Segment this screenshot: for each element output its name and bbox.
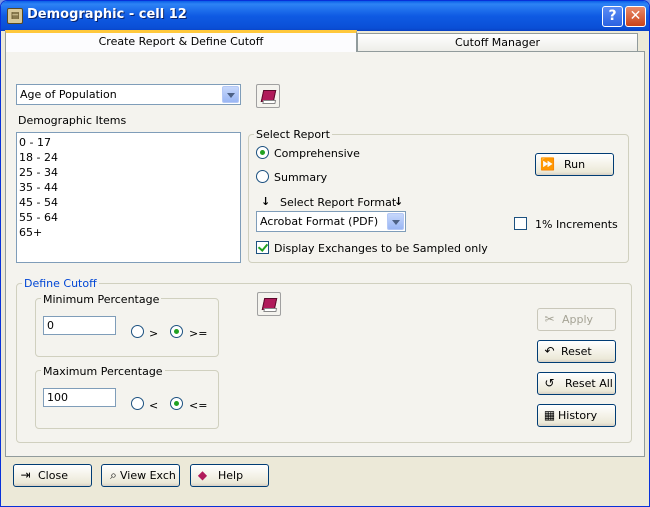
- report-format-select[interactable]: Acrobat Format (PDF): [256, 211, 406, 232]
- title-help-button[interactable]: ?: [602, 6, 623, 27]
- increments-label: 1% Increments: [535, 218, 618, 231]
- run-label: Run: [564, 158, 586, 171]
- summary-radio[interactable]: [256, 170, 269, 183]
- list-item[interactable]: 45 - 54: [19, 196, 238, 211]
- reset-all-label: Reset All: [565, 377, 613, 390]
- tab-create-report[interactable]: Create Report & Define Cutoff: [5, 30, 357, 52]
- exit-door-icon: ⇥: [20, 468, 31, 482]
- increments-checkbox[interactable]: [514, 217, 527, 230]
- apply-button[interactable]: ✂ Apply: [537, 308, 616, 331]
- scissors-icon: ✂: [544, 312, 555, 326]
- book-icon: [260, 90, 277, 102]
- demographic-select-value: Age of Population: [20, 88, 117, 101]
- maximum-input[interactable]: 100: [43, 388, 116, 407]
- history-icon: ▦: [543, 408, 556, 422]
- demographic-items-label: Demographic Items: [18, 114, 127, 127]
- undo-all-icon: ↺: [544, 376, 555, 390]
- minimum-gt-radio[interactable]: [131, 325, 144, 338]
- title-close-button[interactable]: ✕: [625, 6, 646, 27]
- chevron-down-icon[interactable]: [222, 86, 239, 103]
- search-icon: ⌕: [110, 468, 117, 482]
- run-button[interactable]: ⏩ Run: [535, 153, 614, 176]
- demographic-select[interactable]: Age of Population: [16, 84, 241, 105]
- define-cutoff-title: Define Cutoff: [22, 277, 99, 290]
- maximum-title: Maximum Percentage: [41, 365, 165, 378]
- maximum-lt-label: <: [149, 399, 159, 412]
- title-bar[interactable]: ▤ Demographic - cell 12 ? ✕: [1, 1, 649, 31]
- minimum-gt-label: >: [149, 327, 159, 340]
- book-icon: ◆: [197, 468, 208, 482]
- minimum-title: Minimum Percentage: [41, 293, 162, 306]
- apply-label: Apply: [562, 313, 594, 326]
- book-icon: [261, 298, 278, 310]
- comprehensive-label: Comprehensive: [274, 147, 360, 160]
- list-item[interactable]: 55 - 64: [19, 211, 238, 226]
- arrow-down-icon: ↓: [394, 195, 404, 208]
- help-button[interactable]: ◆ Help: [190, 464, 269, 487]
- reset-button[interactable]: ↶ Reset: [537, 340, 616, 363]
- help-label: Help: [218, 469, 244, 482]
- chevron-down-icon[interactable]: [387, 213, 404, 230]
- list-item[interactable]: 18 - 24: [19, 151, 238, 166]
- view-exch-label: View Exch: [120, 469, 176, 482]
- minimum-gte-radio[interactable]: [170, 325, 183, 338]
- minimum-input[interactable]: 0: [43, 316, 116, 335]
- undo-icon: ↶: [544, 344, 555, 358]
- maximum-lte-label: <=: [189, 399, 208, 412]
- close-label: Close: [38, 469, 68, 482]
- demographic-book-button[interactable]: [256, 84, 280, 108]
- close-button[interactable]: ⇥ Close: [13, 464, 92, 487]
- history-button[interactable]: ▦ History: [537, 404, 616, 427]
- demographic-window: ▤ Demographic - cell 12 ? ✕ Create Repor…: [0, 0, 650, 507]
- comprehensive-radio[interactable]: [256, 146, 269, 159]
- list-item[interactable]: 35 - 44: [19, 181, 238, 196]
- maximum-lte-radio[interactable]: [170, 397, 183, 410]
- arrow-down-icon: ↓: [261, 195, 271, 208]
- window-title: Demographic - cell 12: [27, 7, 187, 22]
- summary-label: Summary: [274, 171, 328, 184]
- tab-cutoff-manager[interactable]: Cutoff Manager: [357, 33, 638, 53]
- reset-label: Reset: [561, 345, 592, 358]
- app-icon: ▤: [7, 8, 23, 24]
- list-item[interactable]: 0 - 17: [19, 136, 238, 151]
- report-format-value: Acrobat Format (PDF): [260, 215, 379, 228]
- cutoff-book-button[interactable]: [257, 292, 281, 316]
- list-item[interactable]: 25 - 34: [19, 166, 238, 181]
- display-exchanges-checkbox[interactable]: [256, 241, 269, 254]
- reset-all-button[interactable]: ↺ Reset All: [537, 372, 616, 395]
- select-report-title: Select Report: [254, 128, 332, 141]
- display-exchanges-label: Display Exchanges to be Sampled only: [274, 242, 488, 255]
- maximum-lt-radio[interactable]: [131, 397, 144, 410]
- minimum-gte-label: >=: [189, 327, 208, 340]
- history-label: History: [558, 409, 598, 422]
- list-item[interactable]: 65+: [19, 226, 238, 241]
- report-format-label: Select Report Format: [280, 196, 397, 209]
- view-exch-button[interactable]: ⌕ View Exch: [101, 464, 180, 487]
- demographic-items-list[interactable]: 0 - 17 18 - 24 25 - 34 35 - 44 45 - 54 5…: [16, 132, 241, 263]
- run-icon: ⏩: [540, 157, 555, 171]
